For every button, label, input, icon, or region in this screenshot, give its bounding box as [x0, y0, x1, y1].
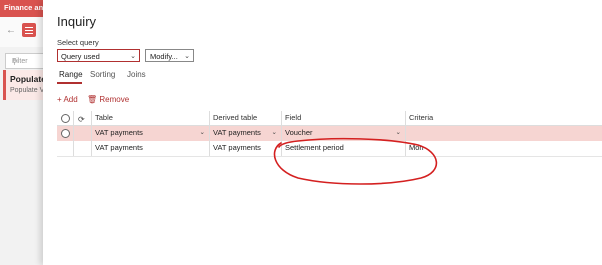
query-select-value: Query used: [61, 52, 100, 61]
modify-button[interactable]: Modify... ⌄: [145, 49, 194, 62]
column-header-field[interactable]: Field: [281, 111, 405, 125]
tab-range[interactable]: Range: [59, 70, 83, 79]
card-subtitle: Populate V: [10, 87, 45, 94]
criteria-cell[interactable]: [405, 126, 602, 141]
column-header-table[interactable]: Table: [91, 111, 209, 125]
remove-label: Remove: [99, 95, 130, 104]
derived-table-cell[interactable]: VAT payments: [209, 141, 281, 156]
row-spacer-cell: [73, 126, 91, 141]
chevron-down-icon: ⌄: [184, 53, 190, 60]
hamburger-menu-icon[interactable]: [22, 23, 36, 37]
refresh-icon[interactable]: ⟳: [78, 113, 85, 127]
active-tab-indicator: [57, 82, 82, 84]
chevron-down-icon[interactable]: ⌄: [396, 126, 401, 140]
field-value: Voucher: [285, 128, 313, 137]
add-button[interactable]: + Add: [57, 95, 78, 104]
select-query-label: Select query: [57, 38, 99, 47]
derived-table-value: VAT payments: [213, 128, 261, 137]
dialog-title: Inquiry: [57, 14, 97, 29]
field-cell[interactable]: Settlement period: [281, 141, 405, 156]
table-row[interactable]: VAT payments ⌄ VAT payments ⌄ Voucher ⌄: [57, 126, 602, 141]
field-cell[interactable]: Voucher ⌄: [281, 126, 405, 141]
column-header-criteria[interactable]: Criteria: [405, 111, 602, 125]
row-select-cell[interactable]: [57, 141, 73, 156]
table-row[interactable]: VAT payments VAT payments Settlement per…: [57, 141, 602, 157]
row-spacer-cell: [73, 141, 91, 156]
table-cell[interactable]: VAT payments: [91, 141, 209, 156]
tab-joins[interactable]: Joins: [127, 70, 146, 79]
plus-icon: +: [57, 95, 62, 104]
derived-table-cell[interactable]: VAT payments ⌄: [209, 126, 281, 141]
back-arrow-icon[interactable]: ←: [6, 25, 18, 37]
chevron-down-icon[interactable]: ⌄: [272, 126, 277, 140]
inquiry-dialog: Inquiry Select query Query used ⌄ Modify…: [43, 0, 602, 265]
radio-icon[interactable]: [61, 114, 70, 123]
select-all-cell[interactable]: [57, 111, 73, 125]
grid-header: ⟳ Table Derived table Field Criteria: [57, 111, 602, 126]
app-title: Finance and: [4, 3, 48, 12]
column-header-derived-table[interactable]: Derived table: [209, 111, 281, 125]
add-label: Add: [63, 95, 78, 104]
criteria-cell[interactable]: Mon: [405, 141, 602, 156]
refresh-cell[interactable]: ⟳: [73, 111, 91, 125]
radio-icon[interactable]: [61, 129, 70, 138]
trash-icon: 🗑: [87, 95, 98, 104]
chevron-down-icon[interactable]: ⌄: [200, 126, 205, 140]
table-cell[interactable]: VAT payments ⌄: [91, 126, 209, 141]
table-value: VAT payments: [95, 128, 143, 137]
modify-label: Modify...: [150, 52, 178, 61]
tab-sorting[interactable]: Sorting: [90, 70, 115, 79]
query-select[interactable]: Query used ⌄: [57, 49, 140, 62]
remove-button[interactable]: 🗑 Remove: [87, 95, 129, 104]
filter-placeholder: Filter: [12, 58, 28, 65]
chevron-down-icon: ⌄: [130, 53, 136, 60]
card-title: Populate: [10, 74, 46, 84]
row-select-cell[interactable]: [57, 126, 73, 141]
